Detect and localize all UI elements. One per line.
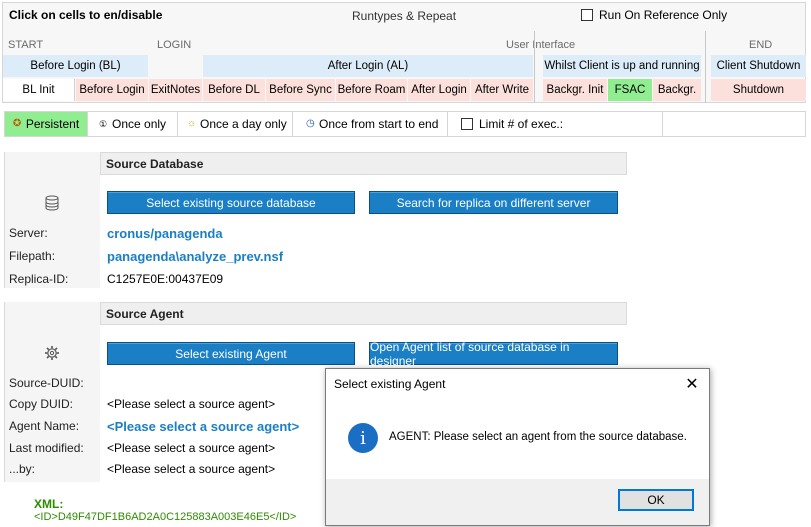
replica-value: C1257E0E:00437E09 (107, 272, 224, 286)
clock-icon: ◷ (306, 118, 315, 129)
cell-fsac[interactable]: FSAC (608, 79, 652, 101)
one-icon: ① (99, 119, 108, 129)
runtypes-title: Runtypes & Repeat (352, 9, 457, 23)
copy-duid-label: Copy DUID: (9, 397, 74, 411)
replica-label: Replica-ID: (9, 272, 69, 286)
run-on-reference-label: Run On Reference Only (599, 8, 728, 22)
select-agent-dialog: Select existing Agent ✕ i AGENT: Please … (325, 368, 710, 526)
freq-limit[interactable]: Limit # of exec.: (449, 112, 663, 136)
cell-exitnotes[interactable]: ExitNotes (149, 79, 202, 101)
cell-shutdown[interactable]: Shutdown (711, 79, 806, 101)
copy-duid-value: <Please select a source agent> (107, 397, 276, 411)
run-on-reference-checkbox[interactable] (581, 9, 593, 21)
freq-limit-label: Limit # of exec.: (479, 117, 564, 131)
filepath-label: Filepath: (9, 249, 56, 263)
open-agent-list-button[interactable]: Open Agent list of source database in de… (369, 340, 618, 368)
source-duid-label: Source-DUID: (9, 376, 84, 390)
cell-bl-init[interactable]: BL Init (3, 79, 75, 101)
band-whilst-client: Whilst Client is up and running (543, 55, 701, 77)
by-label: ...by: (9, 462, 36, 476)
run-on-reference-toggle[interactable]: Run On Reference Only (581, 8, 727, 22)
freq-once-only-label: Once only (112, 117, 167, 131)
divider (705, 31, 706, 103)
band-before-login: Before Login (BL) (3, 55, 148, 77)
freq-once-only[interactable]: ① Once only (89, 112, 178, 136)
cell-before-roam[interactable]: Before Roam (336, 79, 407, 101)
cell-backgr[interactable]: Backgr. (653, 79, 701, 101)
agent-name-value: <Please select a source agent> (107, 419, 300, 434)
last-modified-label: Last modified: (9, 441, 84, 455)
cell-backgr-init[interactable]: Backgr. Init (543, 79, 607, 101)
runtypes-panel: Click on cells to en/disable Runtypes & … (2, 2, 806, 103)
cell-after-login[interactable]: After Login (408, 79, 470, 101)
freq-persistent-label: Persistent (25, 117, 80, 131)
band-after-login: After Login (AL) (203, 55, 533, 77)
last-modified-value: <Please select a source agent> (107, 441, 276, 455)
freq-persistent[interactable]: ✪ Persistent (5, 112, 88, 136)
source-agent-left-panel (4, 302, 100, 482)
search-replica-button[interactable]: Search for replica on different server (369, 191, 618, 214)
agent-name-label: Agent Name: (9, 419, 80, 433)
cell-after-write[interactable]: After Write (471, 79, 533, 101)
database-icon (44, 195, 60, 211)
dialog-titlebar: Select existing Agent (326, 369, 709, 399)
sun-icon: ☼ (187, 118, 197, 129)
source-agent-title: Source Agent (100, 302, 627, 325)
ok-button[interactable]: OK (618, 489, 694, 511)
freq-once-a-day-label: Once a day only (200, 117, 287, 131)
by-value: <Please select a source agent> (107, 462, 276, 476)
xml-label: XML: (34, 497, 64, 511)
band-client-shutdown: Client Shutdown (711, 55, 806, 77)
source-db-title: Source Database (100, 152, 627, 175)
cell-before-sync[interactable]: Before Sync (266, 79, 335, 101)
click-instruction: Click on cells to en/disable (9, 8, 163, 22)
frequency-row: ✪ Persistent ① Once only ☼ Once a day on… (4, 111, 806, 137)
close-icon[interactable]: ✕ (681, 373, 703, 395)
filepath-value: panagenda\analyze_prev.nsf (107, 249, 284, 264)
phase-login-label: LOGIN (157, 39, 192, 51)
star-icon: ✪ (12, 118, 22, 129)
select-source-db-button[interactable]: Select existing source database (107, 191, 355, 214)
dialog-body: i AGENT: Please select an agent from the… (326, 399, 709, 479)
gear-icon (44, 345, 60, 361)
cell-before-login[interactable]: Before Login (76, 79, 148, 101)
freq-once-start-end[interactable]: ◷ Once from start to end (294, 112, 448, 136)
divider (534, 31, 535, 103)
limit-checkbox[interactable] (461, 118, 473, 130)
xml-line: <ID>D49F47DF1B6AD2A0C125883A003E46E5</ID… (34, 511, 297, 523)
phase-end-label: END (749, 39, 773, 51)
server-value: cronus/panagenda (107, 226, 223, 241)
info-icon: i (348, 423, 378, 453)
dialog-title: Select existing Agent (334, 377, 446, 391)
select-agent-button[interactable]: Select existing Agent (107, 342, 355, 365)
server-label: Server: (9, 226, 48, 240)
phase-start-label: START (8, 39, 44, 51)
source-db-left-panel (4, 152, 100, 288)
freq-once-a-day[interactable]: ☼ Once a day only (179, 112, 293, 136)
phase-ui-label: User Interface (506, 39, 576, 51)
dialog-message: AGENT: Please select an agent from the s… (389, 431, 687, 443)
cell-before-dl[interactable]: Before DL (203, 79, 265, 101)
freq-once-start-end-label: Once from start to end (319, 117, 439, 131)
